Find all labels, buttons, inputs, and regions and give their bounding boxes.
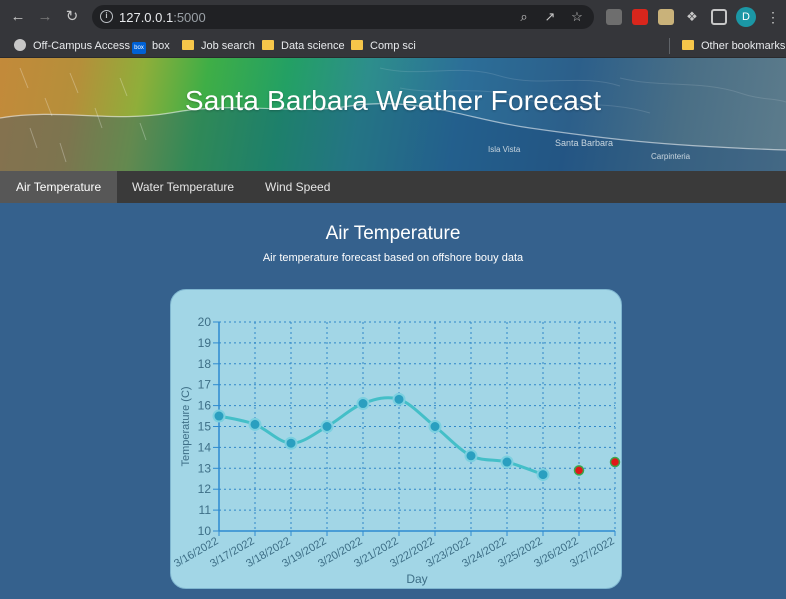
- tab-air-temperature[interactable]: Air Temperature: [0, 171, 118, 203]
- data-point: [464, 449, 478, 463]
- bookmark-star-icon[interactable]: ☆: [569, 9, 585, 25]
- profile-avatar[interactable]: D: [736, 7, 756, 27]
- tab-wind-speed[interactable]: Wind Speed: [249, 171, 346, 203]
- series-line: [218, 396, 544, 476]
- forecast-point: [573, 465, 585, 476]
- tab-water-temperature[interactable]: Water Temperature: [116, 171, 250, 203]
- bookmarks-divider: [669, 38, 670, 54]
- map-label: Carpinteria: [651, 152, 691, 161]
- data-point: [536, 468, 550, 482]
- y-axis-title: Temperature (C): [180, 386, 192, 466]
- address-bar[interactable]: i 127.0.0.1:5000 ⌕ ↗ ☆: [92, 5, 594, 29]
- y-tick-label: 13: [198, 461, 212, 475]
- folder-icon: [182, 40, 194, 50]
- y-tick-label: 12: [198, 482, 212, 496]
- extension-icon[interactable]: [632, 9, 648, 25]
- bookmark-other-bookmarks[interactable]: Other bookmarks: [682, 38, 785, 54]
- site-title: Santa Barbara Weather Forecast: [184, 85, 602, 116]
- folder-icon: [682, 40, 694, 50]
- bookmark-job-search[interactable]: Job search: [182, 38, 255, 54]
- y-tick-label: 20: [198, 315, 212, 329]
- reload-icon[interactable]: ↻: [61, 6, 83, 28]
- zoom-search-icon[interactable]: ⌕: [516, 9, 532, 25]
- y-tick-label: 15: [198, 420, 212, 434]
- data-point: [500, 455, 514, 469]
- y-tick-label: 19: [198, 336, 212, 350]
- bookmark-box[interactable]: box box: [132, 38, 170, 54]
- data-point: [428, 420, 442, 433]
- extension-icon[interactable]: [658, 9, 674, 25]
- bookmark-data-science[interactable]: Data science: [262, 38, 345, 54]
- forward-icon[interactable]: →: [34, 6, 56, 28]
- box-icon: box: [132, 42, 146, 54]
- bookmarks-bar: Off-Campus Access box box Job search Data…: [0, 34, 786, 58]
- chart-card: 10 11 12 13 14 15 16 17 18 19 20 3/16/2022 3/17/2022…: [170, 289, 622, 589]
- y-tick-label: 14: [198, 440, 212, 454]
- site-info-icon[interactable]: i: [100, 10, 113, 23]
- data-point: [320, 420, 334, 433]
- data-point: [284, 436, 298, 450]
- data-point: [212, 409, 226, 423]
- browser-toolbar: ← → ↻ i 127.0.0.1:5000 ⌕ ↗ ☆ ❖ D ⋮: [0, 0, 786, 34]
- y-tick-label: 18: [198, 357, 212, 371]
- y-tick-label: 11: [199, 503, 212, 517]
- y-tick-label: 10: [198, 524, 212, 538]
- map-label: Isla Vista: [488, 145, 521, 154]
- data-point: [248, 417, 262, 431]
- globe-icon: [14, 39, 26, 51]
- share-icon[interactable]: ↗: [542, 9, 558, 25]
- extension-icon[interactable]: [606, 9, 622, 25]
- air-temperature-chart: 10111213141516171819203/16/20223/17/2022…: [172, 315, 621, 586]
- folder-icon: [262, 40, 274, 50]
- map-label: Santa Barbara: [555, 138, 614, 148]
- data-point: [356, 397, 370, 411]
- url-text[interactable]: 127.0.0.1:5000: [119, 10, 206, 25]
- header-banner: Santa Barbara Weather Forecast Isla Vist…: [0, 58, 786, 171]
- page-title: Air Temperature: [325, 223, 461, 244]
- tab-bar: Air Temperature Water Temperature Wind S…: [0, 171, 786, 203]
- bookmark-off-campus-access[interactable]: Off-Campus Access: [14, 38, 130, 54]
- puzzle-icon[interactable]: ❖: [684, 9, 700, 25]
- data-point: [392, 392, 406, 406]
- y-tick-label: 17: [198, 378, 212, 392]
- page-subtitle: Air temperature forecast based on offsho…: [262, 252, 524, 264]
- bookmark-comp-sci[interactable]: Comp sci: [351, 38, 416, 54]
- side-panel-icon[interactable]: [711, 9, 727, 25]
- back-icon[interactable]: ←: [7, 6, 29, 28]
- folder-icon: [351, 40, 363, 50]
- x-axis-title: Day: [406, 572, 427, 586]
- menu-icon[interactable]: ⋮: [766, 7, 780, 27]
- forecast-point: [609, 456, 621, 468]
- y-tick-label: 16: [198, 399, 212, 413]
